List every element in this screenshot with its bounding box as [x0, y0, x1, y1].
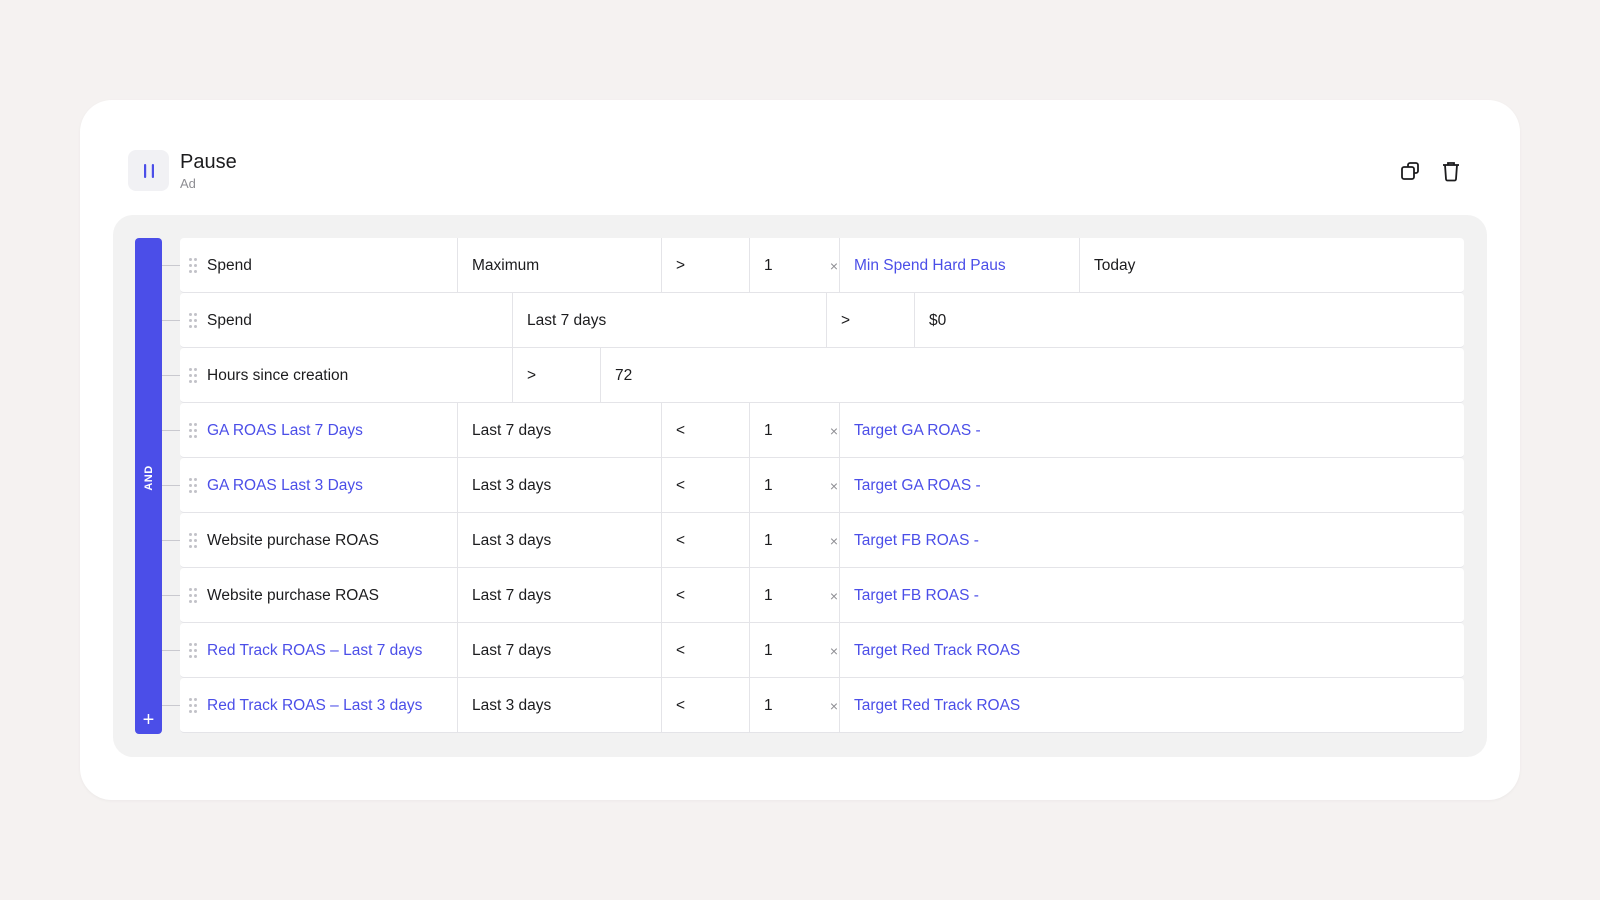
drag-handle-icon[interactable] [189, 478, 197, 493]
condition-row: Spend Last 7 days > $0 [180, 293, 1464, 348]
value-input[interactable]: 1 [749, 458, 839, 513]
condition-row: Website purchase ROAS Last 7 days <1 Target… [180, 568, 1464, 623]
window-select[interactable]: Last 3 days [457, 678, 661, 733]
tree-connector [162, 595, 180, 596]
multiply-icon: × [829, 477, 839, 494]
drag-handle-icon[interactable] [189, 258, 197, 273]
condition-row: Hours since creation >72 [180, 348, 1464, 403]
and-operator-toggle[interactable]: AND + [135, 238, 162, 734]
tree-connector [162, 320, 180, 321]
operator-select[interactable]: > [512, 348, 600, 403]
metric-select[interactable]: GA ROAS Last 3 Days [180, 458, 457, 513]
action-subtitle: Ad [180, 176, 196, 191]
target-variable[interactable]: Target GA ROAS - [839, 458, 1464, 513]
condition-row: Website purchase ROAS Last 3 days <1 Target… [180, 513, 1464, 568]
metric-select[interactable]: Spend [180, 293, 512, 348]
tree-connector [162, 375, 180, 376]
value-input[interactable]: 1 [749, 238, 839, 293]
window-select[interactable]: Last 7 days [512, 293, 826, 348]
pause-icon[interactable] [128, 150, 169, 191]
metric-select[interactable]: Hours since creation [180, 348, 512, 403]
window-select[interactable]: Last 7 days [457, 403, 661, 458]
target-variable[interactable]: Target Red Track ROAS [839, 678, 1464, 733]
drag-handle-icon[interactable] [189, 533, 197, 548]
metric-select[interactable]: Website purchase ROAS [180, 513, 457, 568]
tree-connector [162, 540, 180, 541]
drag-handle-icon[interactable] [189, 313, 197, 328]
condition-row: Red Track ROAS – Last 7 days Last 7 days <… [180, 623, 1464, 678]
operator-select[interactable]: < [661, 458, 749, 513]
rule-header: Pause Ad [128, 150, 1472, 192]
value-input[interactable]: 1 [749, 403, 839, 458]
add-condition-button[interactable]: + [135, 710, 162, 730]
tree-connector [162, 485, 180, 486]
value-input[interactable]: 1 [749, 623, 839, 678]
copy-icon[interactable] [1398, 158, 1424, 184]
condition-row: Spend Maximum >1 Min Spend Hard Paus Today × [180, 238, 1464, 293]
operator-select[interactable]: < [661, 623, 749, 678]
target-variable[interactable]: Target FB ROAS - [839, 568, 1464, 623]
condition-row: GA ROAS Last 7 Days Last 7 days <1 Target G… [180, 403, 1464, 458]
trash-icon[interactable] [1438, 158, 1464, 184]
condition-row: GA ROAS Last 3 Days Last 3 days <1 Target G… [180, 458, 1464, 513]
target-variable[interactable]: Target Red Track ROAS [839, 623, 1464, 678]
operator-select[interactable]: < [661, 568, 749, 623]
drag-handle-icon[interactable] [189, 423, 197, 438]
drag-handle-icon[interactable] [189, 643, 197, 658]
window-extra-select[interactable]: Today [1079, 238, 1464, 293]
drag-handle-icon[interactable] [189, 588, 197, 603]
conditions-list: Spend Maximum >1 Min Spend Hard Paus Today × S… [180, 238, 1464, 733]
window-select[interactable]: Last 7 days [457, 568, 661, 623]
multiply-icon: × [829, 642, 839, 659]
drag-handle-icon[interactable] [189, 368, 197, 383]
window-select[interactable]: Last 3 days [457, 458, 661, 513]
metric-select[interactable]: Website purchase ROAS [180, 568, 457, 623]
window-select[interactable]: Last 3 days [457, 513, 661, 568]
multiply-icon: × [829, 422, 839, 439]
multiply-icon: × [829, 697, 839, 714]
tree-connector [162, 430, 180, 431]
target-variable[interactable]: Target FB ROAS - [839, 513, 1464, 568]
value-input[interactable]: $0 [914, 293, 1464, 348]
drag-handle-icon[interactable] [189, 698, 197, 713]
target-variable[interactable]: Target GA ROAS - [839, 403, 1464, 458]
multiply-icon: × [829, 587, 839, 604]
condition-row: Red Track ROAS – Last 3 days Last 3 days <… [180, 678, 1464, 733]
multiply-icon: × [829, 257, 839, 274]
metric-select[interactable]: Red Track ROAS – Last 7 days [180, 623, 457, 678]
metric-select[interactable]: Red Track ROAS – Last 3 days [180, 678, 457, 733]
tree-connector [162, 265, 180, 266]
window-select[interactable]: Last 7 days [457, 623, 661, 678]
operator-select[interactable]: < [661, 403, 749, 458]
multiply-icon: × [829, 532, 839, 549]
metric-select[interactable]: Spend [180, 238, 457, 293]
value-input[interactable]: 1 [749, 513, 839, 568]
tree-connector [162, 705, 180, 706]
tree-connector [162, 650, 180, 651]
operator-select[interactable]: > [661, 238, 749, 293]
operator-select[interactable]: < [661, 678, 749, 733]
window-select[interactable]: Maximum [457, 238, 661, 293]
target-variable[interactable]: Min Spend Hard Paus [839, 238, 1079, 293]
and-operator-label: AND [142, 465, 155, 491]
value-input[interactable]: 72 [600, 348, 1464, 403]
operator-select[interactable]: < [661, 513, 749, 568]
action-title: Pause [180, 151, 237, 173]
metric-select[interactable]: GA ROAS Last 7 Days [180, 403, 457, 458]
value-input[interactable]: 1 [749, 678, 839, 733]
operator-select[interactable]: > [826, 293, 914, 348]
value-input[interactable]: 1 [749, 568, 839, 623]
conditions-panel: AND + Spend Maximum >1 Min Spend Hard Paus T… [113, 215, 1487, 757]
rule-card: Pause Ad AND + Spend Maximum >1 Min Spend H… [80, 100, 1520, 800]
